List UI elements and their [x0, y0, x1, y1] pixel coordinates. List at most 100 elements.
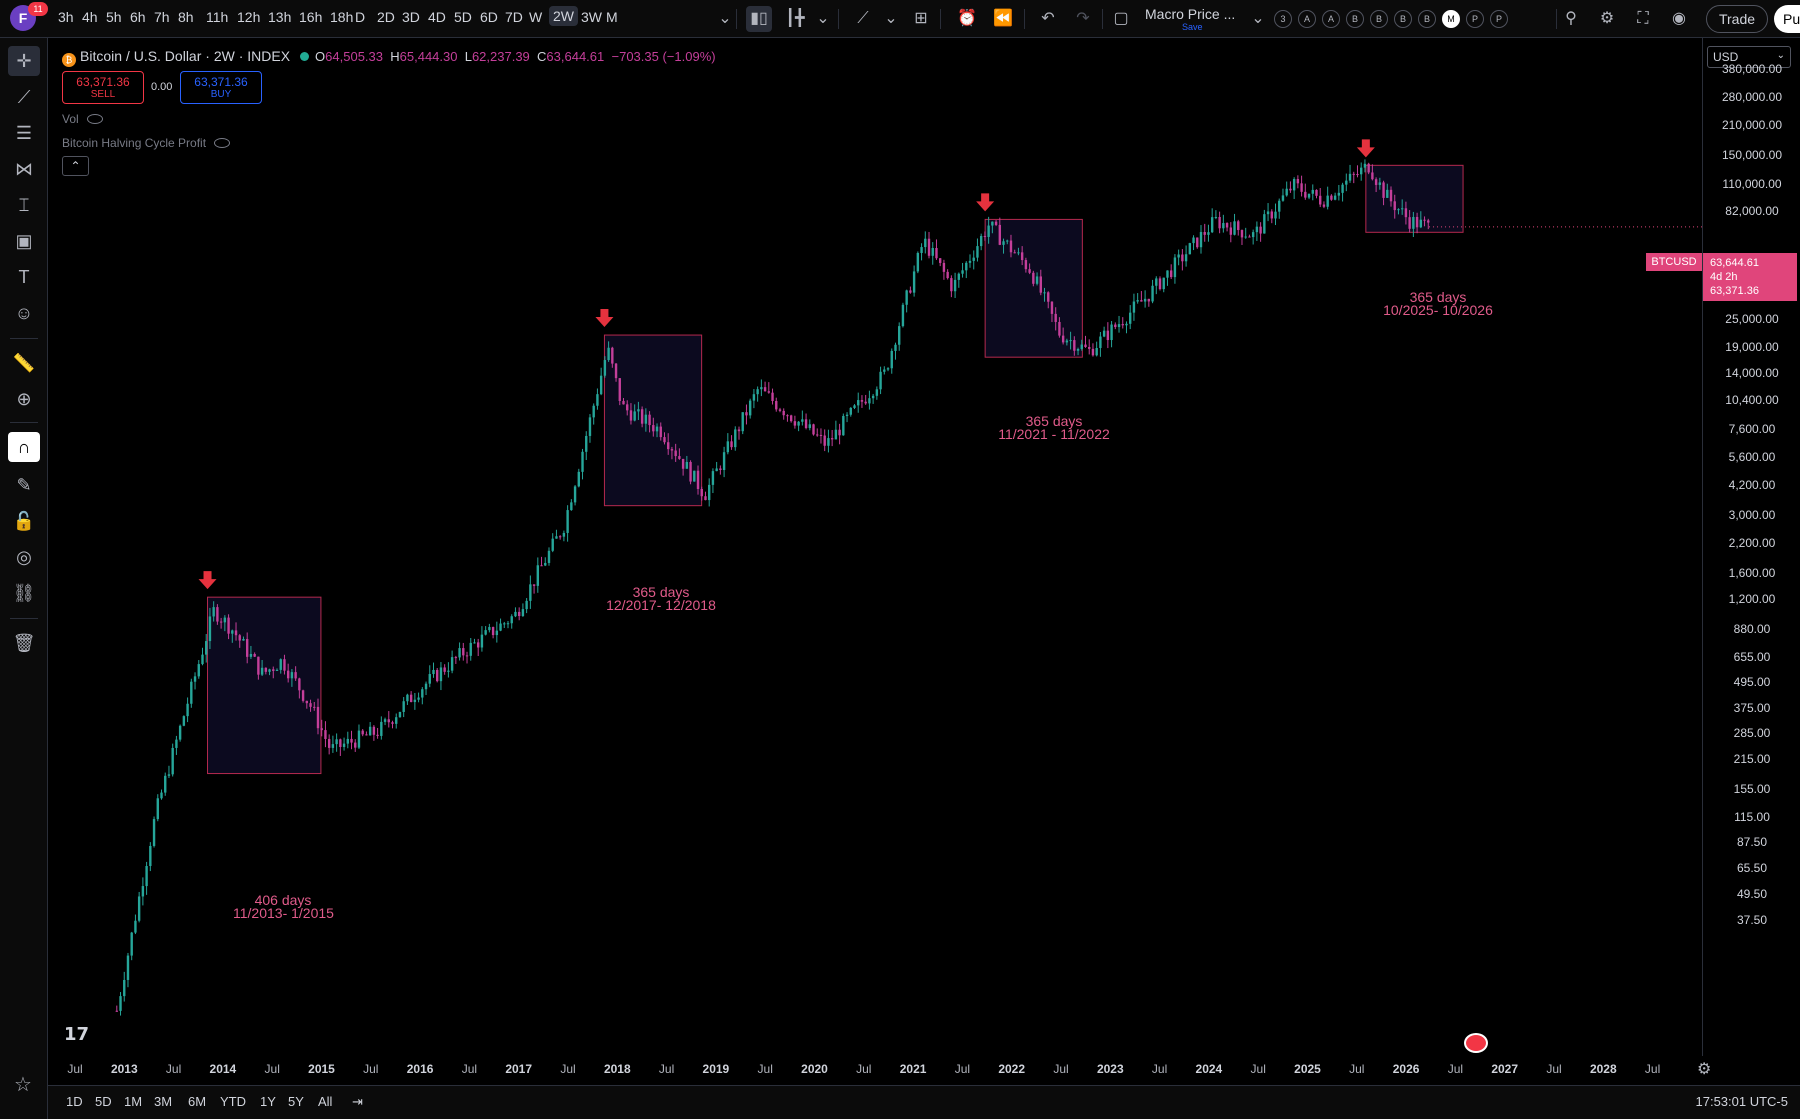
undo-icon[interactable]: ↶ — [1035, 6, 1061, 32]
range-1m[interactable]: 1M — [124, 1094, 142, 1109]
month-label: Jul — [67, 1062, 83, 1076]
range-ytd[interactable]: YTD — [220, 1094, 246, 1109]
layout-icon[interactable]: ▢ — [1108, 6, 1134, 32]
alert-badge[interactable]: A — [1322, 10, 1340, 28]
timeframe-3D[interactable]: 3D — [402, 9, 420, 25]
timeframe-13h[interactable]: 13h — [268, 9, 291, 25]
pattern-icon[interactable]: ⋈ — [8, 154, 40, 184]
timeframe-3h[interactable]: 3h — [58, 9, 74, 25]
timeframe-12h[interactable]: 12h — [237, 9, 260, 25]
clock[interactable]: 17:53:01 UTC-5 — [1696, 1094, 1789, 1109]
symbol-legend[interactable]: ₿ Bitcoin / U.S. Dollar · 2W · INDEX O64,5… — [62, 48, 716, 67]
crosshair-icon[interactable]: ✛ — [8, 46, 40, 76]
indicators-dropdown-icon[interactable]: ⌄ — [878, 6, 904, 32]
range-5d[interactable]: 5D — [95, 1094, 112, 1109]
symbol-title[interactable]: Bitcoin / U.S. Dollar · 2W · INDEX — [80, 48, 290, 64]
timeframe-2W[interactable]: 2W — [549, 6, 578, 26]
goto-date-icon[interactable]: ⇥ — [352, 1094, 363, 1110]
timeframe-M[interactable]: M — [606, 9, 618, 25]
indicator-vol[interactable]: Vol — [62, 112, 103, 126]
range-3m[interactable]: 3M — [154, 1094, 172, 1109]
alert-icon[interactable]: ⏰ — [954, 6, 980, 32]
timeframe-11h[interactable]: 11h — [206, 9, 228, 25]
layout-grid-icon[interactable]: ⊞ — [908, 6, 934, 32]
timeframe-18h[interactable]: 18h — [330, 9, 353, 25]
camera-icon[interactable]: ◉ — [1666, 6, 1692, 32]
range-5y[interactable]: 5Y — [288, 1094, 304, 1109]
cycle-top-arrow[interactable] — [595, 309, 614, 328]
ruler-icon[interactable]: 📏 — [8, 348, 40, 378]
watchlist-star-icon[interactable]: ☆ — [14, 1072, 32, 1097]
replay-icon[interactable]: ⏪ — [990, 6, 1016, 32]
hidden-eye-icon[interactable] — [86, 114, 103, 124]
alert-badge[interactable]: M — [1442, 10, 1460, 28]
text-tool-icon[interactable]: T — [8, 262, 40, 292]
cycle-top-arrow[interactable] — [198, 571, 217, 590]
timeframe-6h[interactable]: 6h — [130, 9, 146, 25]
sell-button[interactable]: 63,371.36 SELL — [62, 71, 144, 104]
timeframe-8h[interactable]: 8h — [178, 9, 194, 25]
alert-badge[interactable]: P — [1490, 10, 1508, 28]
stay-in-drawing-icon[interactable]: ✎ — [8, 470, 40, 500]
bar-style-icon[interactable]: ┃╋ — [782, 6, 808, 32]
buy-button[interactable]: 63,371.36 BUY — [180, 71, 262, 104]
timeframe-W[interactable]: W — [529, 9, 542, 25]
chart-type-dropdown-icon[interactable]: ⌄ — [810, 6, 836, 32]
price-axis[interactable]: USD ⌄ 380,000.00 280,000.00 210,000.00 150,0… — [1702, 38, 1800, 1056]
link-icon[interactable]: ⛓ — [8, 578, 40, 608]
settings-icon[interactable]: ⚙ — [1594, 6, 1620, 32]
timeframe-5h[interactable]: 5h — [106, 9, 122, 25]
timeframe-7D[interactable]: 7D — [505, 9, 523, 25]
range-all[interactable]: All — [318, 1094, 332, 1109]
trade-button[interactable]: Trade — [1706, 5, 1768, 33]
magnifier-icon[interactable]: ⚲ — [1558, 6, 1584, 32]
trend-line-icon[interactable]: ⟋ — [8, 82, 40, 112]
geometric-shapes-icon[interactable]: ▣ — [8, 226, 40, 256]
timeframe-5D[interactable]: 5D — [454, 9, 472, 25]
layout-save-status[interactable]: Save — [1182, 22, 1203, 32]
lock-icon[interactable]: 🔓 — [8, 506, 40, 536]
indicator-halving[interactable]: Bitcoin Halving Cycle Profit — [62, 136, 231, 150]
alert-badge[interactable]: A — [1298, 10, 1316, 28]
redo-icon[interactable]: ↷ — [1070, 6, 1096, 32]
timeframe-3W[interactable]: 3W — [581, 9, 602, 25]
layout-name[interactable]: Macro Price ... — [1145, 6, 1235, 22]
alert-badge[interactable]: P — [1466, 10, 1484, 28]
timeframe-7h[interactable]: 7h — [154, 9, 170, 25]
collapse-legend-button[interactable]: ⌃ — [62, 156, 89, 176]
alert-badge[interactable]: 3 — [1274, 10, 1292, 28]
layout-dropdown-icon[interactable]: ⌄ — [1245, 6, 1271, 32]
alert-badge[interactable]: B — [1346, 10, 1364, 28]
chart-pane[interactable]: ₿ Bitcoin / U.S. Dollar · 2W · INDEX O64,5… — [48, 38, 1702, 1056]
fullscreen-icon[interactable]: ⛶ — [1630, 6, 1656, 32]
timeframe-4D[interactable]: 4D — [428, 9, 446, 25]
hide-drawings-icon[interactable]: ◎ — [8, 542, 40, 572]
projection-icon[interactable]: ⌶ — [8, 190, 40, 220]
range-1y[interactable]: 1Y — [260, 1094, 276, 1109]
alert-badge[interactable]: B — [1370, 10, 1388, 28]
timeframe-4h[interactable]: 4h — [82, 9, 98, 25]
fib-icon[interactable]: ☰ — [8, 118, 40, 148]
timeframe-16h[interactable]: 16h — [299, 9, 322, 25]
alert-badge[interactable]: B — [1418, 10, 1436, 28]
timeframe-2D[interactable]: 2D — [377, 9, 395, 25]
magnet-icon[interactable]: ∩ — [8, 432, 40, 462]
us-flag-icon[interactable] — [1464, 1033, 1488, 1053]
range-1d[interactable]: 1D — [66, 1094, 83, 1109]
cycle-top-arrow[interactable] — [976, 193, 995, 212]
indicators-icon[interactable]: ⟋ — [850, 6, 876, 32]
timeframe-dropdown-icon[interactable]: ⌄ — [712, 6, 738, 32]
trash-icon[interactable]: 🗑 — [8, 628, 40, 658]
alert-badge[interactable]: B — [1394, 10, 1412, 28]
range-6m[interactable]: 6M — [188, 1094, 206, 1109]
candles-icon[interactable]: ▮▯ — [746, 6, 772, 32]
emoji-icon[interactable]: ☺ — [8, 298, 40, 328]
axis-settings-icon[interactable]: ⚙ — [1697, 1059, 1711, 1079]
cycle-top-arrow[interactable] — [1356, 139, 1375, 158]
hidden-eye-icon[interactable] — [214, 138, 231, 148]
time-axis[interactable]: Jul 2013 Jul 2014 Jul 2015 Jul 2016 Jul 2017 Jul 20… — [48, 1056, 1702, 1082]
publish-button[interactable]: Pu — [1774, 5, 1800, 33]
timeframe-D[interactable]: D — [355, 9, 365, 25]
timeframe-6D[interactable]: 6D — [480, 9, 498, 25]
zoom-in-icon[interactable]: ⊕ — [8, 384, 40, 414]
